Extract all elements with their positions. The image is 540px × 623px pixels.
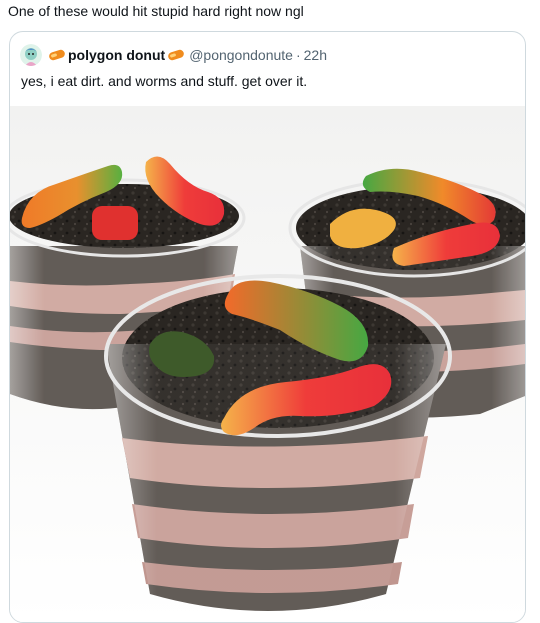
- photo-illustration: [10, 106, 525, 622]
- dirt-cups-photo[interactable]: [10, 106, 525, 622]
- orange-pill-icon: [168, 49, 185, 61]
- post-caption: One of these would hit stupid hard right…: [8, 3, 304, 19]
- display-name-text: polygon donut: [68, 47, 166, 63]
- avatar[interactable]: [20, 44, 42, 66]
- user-handle[interactable]: @pongondonute: [189, 47, 293, 63]
- quoted-tweet-card[interactable]: polygon donut @pongondonute · 22h yes, i…: [9, 31, 526, 623]
- separator-dot: ·: [295, 47, 301, 63]
- orange-pill-icon: [49, 49, 65, 61]
- timestamp[interactable]: 22h: [304, 47, 327, 63]
- quoted-tweet-text: yes, i eat dirt. and worms and stuff. ge…: [21, 73, 308, 89]
- display-name[interactable]: polygon donut: [48, 47, 185, 63]
- quoted-tweet-header: polygon donut @pongondonute · 22h: [20, 44, 327, 66]
